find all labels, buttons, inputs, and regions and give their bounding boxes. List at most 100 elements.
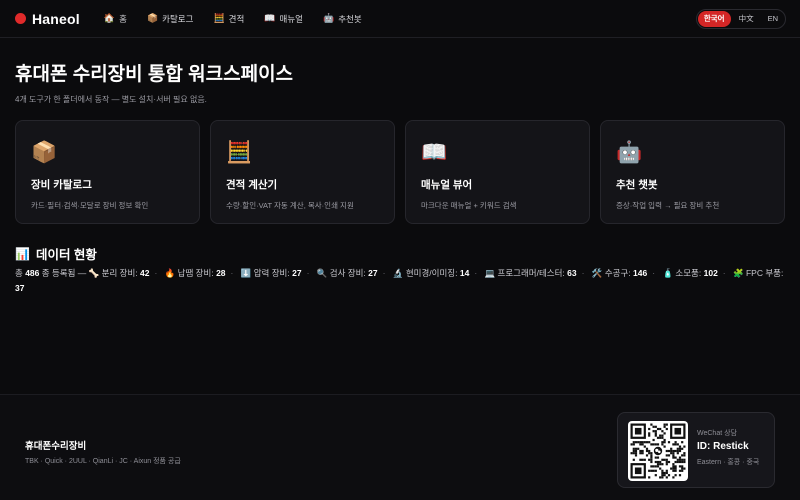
- abacus-icon: 🧮: [226, 141, 253, 164]
- category-count: 146: [633, 268, 648, 278]
- lang-chinese-button[interactable]: 中文: [733, 11, 760, 27]
- tools-icon: 🛠️: [591, 268, 603, 278]
- brand-logo[interactable]: Haneol: [15, 11, 80, 27]
- nav-item-catalog[interactable]: 📦 카탈로그: [147, 13, 194, 25]
- nav-item-quote[interactable]: 🧮 견적: [213, 13, 244, 25]
- robot-icon: 🤖: [322, 13, 335, 23]
- separator: ·: [154, 268, 158, 278]
- top-navbar: Haneol 🏠 홈 📦 카탈로그 🧮 견적 📖 매뉴얼 🤖 추천봇 한국어 中…: [0, 0, 800, 38]
- house-icon: 🏠: [103, 13, 116, 23]
- wechat-qr-code: [628, 421, 688, 481]
- nav-item-manual[interactable]: 📖 매뉴얼: [264, 13, 303, 25]
- category-label: 분리 장비:: [101, 268, 138, 278]
- footer-company-name: 휴대폰수리장비: [25, 441, 87, 452]
- category-label: 프로그래머/테스터:: [497, 268, 565, 278]
- nav-item-label: 추천봇: [338, 13, 362, 24]
- category-label: 소모품:: [675, 268, 702, 278]
- microscope-icon: 🔬: [392, 268, 404, 278]
- category-count: 14: [459, 268, 470, 278]
- category-count: 28: [216, 268, 226, 278]
- separator: ·: [722, 268, 726, 278]
- data-status-summary: 총 486 종 등록됨 — 🦴 분리 장비: 42 · 🔥 납땜 장비: 28 · …: [15, 266, 785, 296]
- separator: ·: [474, 268, 478, 278]
- nav-item-label: 견적: [228, 13, 245, 24]
- package-icon: 📦: [146, 13, 159, 23]
- down-arrow-icon: ⬇️: [240, 268, 252, 278]
- book-icon: 📖: [421, 141, 448, 164]
- puzzle-icon: 🧩: [733, 268, 744, 278]
- footer-brands: TBK · Quick · 2UUL · QianLi · JC · Aixun…: [25, 458, 181, 465]
- category-stat: ⬇️ 압력 장비: 27: [241, 268, 302, 278]
- category-label: 압력 장비:: [253, 268, 290, 278]
- separator: ·: [581, 268, 585, 278]
- total-prefix: 총: [15, 268, 23, 278]
- laptop-icon: 💻: [484, 268, 496, 278]
- card-title: 견적 계산기: [226, 179, 278, 191]
- robot-icon: 🤖: [616, 141, 643, 164]
- category-label: 수공구:: [604, 268, 631, 278]
- qr-code-graphic: [630, 423, 686, 479]
- brand-dot-icon: [15, 13, 26, 24]
- abacus-icon: 🧮: [213, 13, 225, 23]
- card-title: 매뉴얼 뷰어: [421, 179, 473, 191]
- wechat-contact-card[interactable]: WeChat 상담 ID: Restick Eastern · 홍콩 · 중국: [617, 412, 775, 488]
- card-catalog[interactable]: 📦 장비 카탈로그 카드·필터·검색·모달로 장비 정보 확인: [15, 120, 200, 224]
- brand-name: Haneol: [32, 10, 80, 27]
- data-status-heading: 📊 데이터 현황: [15, 244, 97, 263]
- category-stat: 🧴 소모품: 102: [662, 268, 717, 278]
- bar-chart-icon: 📊: [15, 246, 30, 261]
- total-count: 486: [25, 268, 40, 278]
- card-title: 장비 카탈로그: [31, 179, 92, 191]
- card-description: 마크다운 매뉴얼 + 키워드 검색: [421, 201, 517, 210]
- page-title: 휴대폰 수리장비 통합 워크스페이스: [15, 64, 294, 85]
- category-count: 27: [292, 268, 302, 278]
- wechat-label: WeChat 상담: [697, 430, 737, 437]
- card-description: 증상·작업 입력 → 필요 장비 추천: [616, 201, 720, 210]
- card-description: 수량·할인·VAT 자동 계산, 복사·인쇄 지원: [226, 201, 354, 210]
- book-icon: 📖: [264, 13, 276, 23]
- fire-icon: 🔥: [164, 268, 176, 278]
- package-icon: 📦: [31, 141, 58, 164]
- card-manual-viewer[interactable]: 📖 매뉴얼 뷰어 마크다운 매뉴얼 + 키워드 검색: [405, 120, 590, 224]
- nav-item-label: 홈: [119, 13, 127, 24]
- category-label: FPC 부품:: [745, 268, 784, 278]
- category-stat: 🦴 분리 장비: 42: [89, 268, 150, 278]
- category-label: 납땜 장비:: [177, 268, 214, 278]
- nav-item-label: 카탈로그: [162, 13, 194, 24]
- card-description: 카드·필터·검색·모달로 장비 정보 확인: [31, 201, 149, 210]
- category-stat: 🔍 검사 장비: 27: [317, 268, 378, 278]
- category-stat: 💻 프로그래머/테스터: 63: [485, 268, 577, 278]
- separator: ·: [652, 268, 656, 278]
- card-title: 추천 챗봇: [616, 179, 658, 191]
- total-suffix: 종 등록됨 —: [41, 268, 87, 278]
- footer: 휴대폰수리장비 TBK · Quick · 2UUL · QianLi · JC…: [0, 394, 800, 500]
- category-count: 27: [368, 268, 378, 278]
- bone-icon: 🦴: [88, 268, 100, 278]
- category-stat: 🔬 현미경/이미징: 14: [393, 268, 469, 278]
- main-nav: 🏠 홈 📦 카탈로그 🧮 견적 📖 매뉴얼 🤖 추천봇: [104, 13, 362, 25]
- category-count: 42: [140, 268, 150, 278]
- lang-korean-button[interactable]: 한국어: [697, 11, 731, 27]
- category-stat: 🔥 납땜 장비: 28: [165, 268, 226, 278]
- nav-item-chatbot[interactable]: 🤖 추천봇: [323, 13, 362, 25]
- category-stat: 🛠️ 수공구: 146: [592, 268, 647, 278]
- wechat-id: ID: Restick: [697, 441, 749, 452]
- separator: ·: [382, 268, 386, 278]
- page-subtitle: 4개 도구가 한 폴더에서 동작 — 별도 설치·서버 필요 없음.: [15, 95, 207, 104]
- category-count: 37: [15, 283, 25, 293]
- category-label: 현미경/이미징:: [405, 268, 458, 278]
- language-switcher: 한국어 中文 EN: [695, 9, 786, 29]
- magnifier-icon: 🔍: [316, 268, 328, 278]
- wechat-location: Eastern · 홍콩 · 중국: [697, 459, 760, 466]
- category-count: 63: [567, 268, 577, 278]
- nav-item-home[interactable]: 🏠 홈: [104, 13, 127, 25]
- lang-english-button[interactable]: EN: [762, 11, 784, 27]
- card-recommend-chatbot[interactable]: 🤖 추천 챗봇 증상·작업 입력 → 필요 장비 추천: [600, 120, 785, 224]
- category-count: 102: [703, 268, 718, 278]
- data-status-title: 데이터 현황: [35, 248, 97, 262]
- nav-item-label: 매뉴얼: [279, 13, 303, 24]
- separator: ·: [306, 268, 310, 278]
- card-quote-calculator[interactable]: 🧮 견적 계산기 수량·할인·VAT 자동 계산, 복사·인쇄 지원: [210, 120, 395, 224]
- tool-cards: 📦 장비 카탈로그 카드·필터·검색·모달로 장비 정보 확인 🧮 견적 계산기…: [15, 120, 785, 224]
- bottle-icon: 🧴: [662, 268, 674, 278]
